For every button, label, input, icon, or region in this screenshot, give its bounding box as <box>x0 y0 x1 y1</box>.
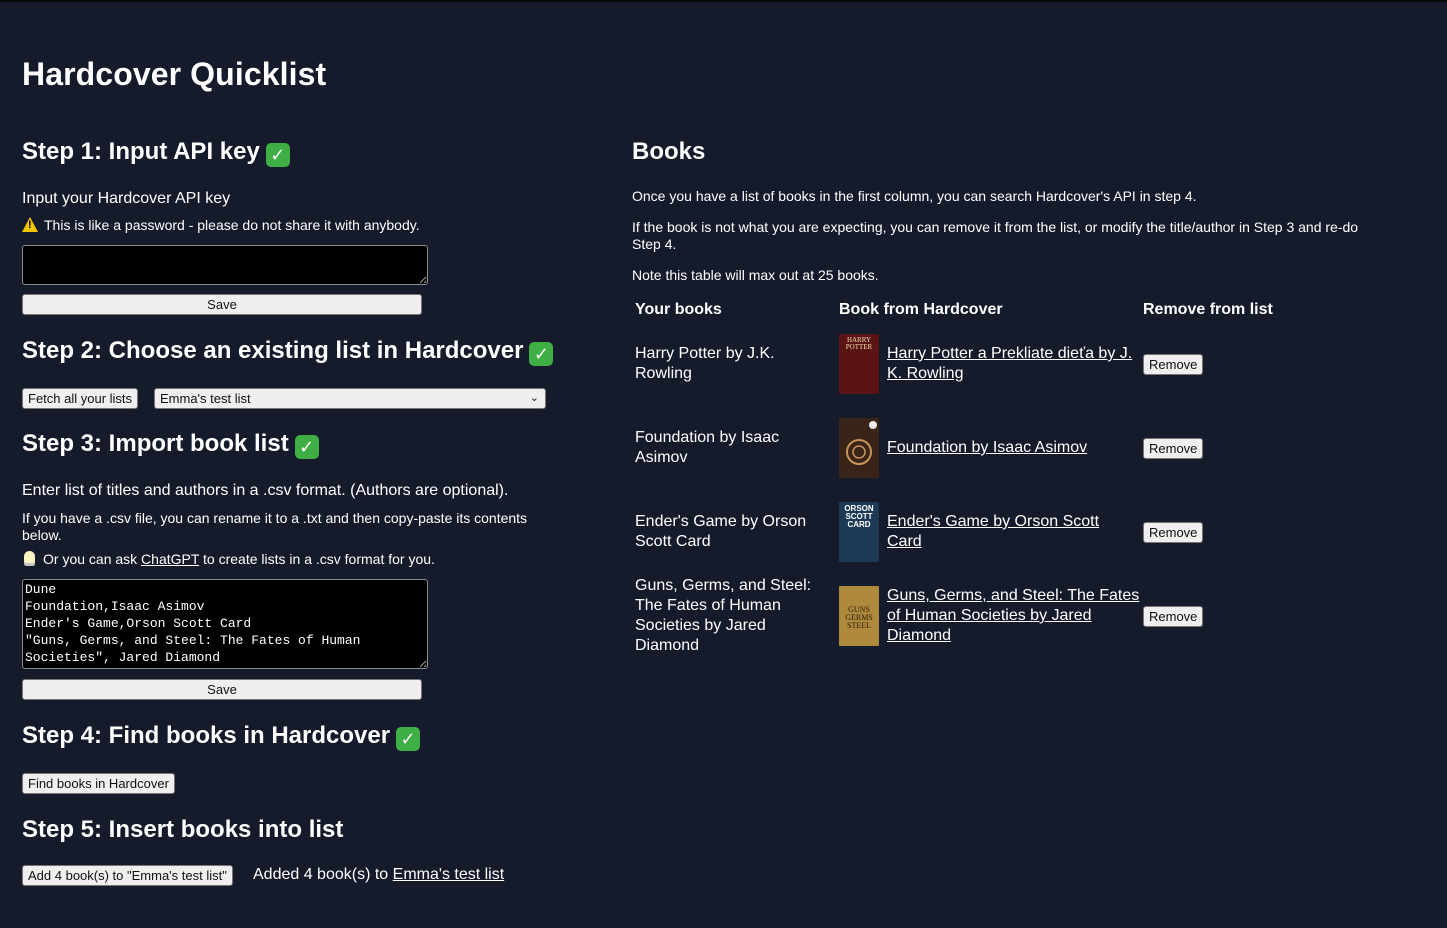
chevron-down-icon: ⌄ <box>529 392 539 404</box>
match-line: Foundation by Isaac Asimov <box>887 439 1088 456</box>
cover-title: GUNS GERMS STEEL <box>845 605 873 630</box>
find-books-button[interactable]: Find books in Hardcover <box>22 773 175 794</box>
your-book-line: The Fates of Human <box>635 597 781 614</box>
api-key-warning: This is like a password - please do not … <box>22 217 420 233</box>
step2-heading: Step 2: Choose an existing list in Hardc… <box>22 337 554 366</box>
chatgpt-suffix: to create lists in a .csv format for you… <box>203 551 435 567</box>
save-csv-button[interactable]: Save <box>22 679 422 700</box>
your-book-line: Rowling <box>635 365 692 382</box>
page-title: Hardcover Quicklist <box>22 56 327 92</box>
books-heading: Books <box>632 138 706 165</box>
step1-heading-text: Step 1: Input API key <box>22 138 260 165</box>
checkmark-icon: ✓ <box>265 143 290 167</box>
chatgpt-prefix: Or you can ask <box>43 551 138 567</box>
remove-button[interactable]: Remove <box>1143 522 1204 543</box>
your-book: Foundation by Isaac Asimov <box>635 428 779 468</box>
remove-button[interactable]: Remove <box>1143 606 1204 627</box>
result-list-link[interactable]: Emma's test list <box>393 866 505 883</box>
book-cover: GUNS GERMS STEEL <box>839 586 879 646</box>
checkmark-icon: ✓ <box>529 342 554 366</box>
hardcover-book-link[interactable]: Ender's Game by Orson Scott Card <box>887 512 1099 552</box>
match-line: Guns, Germs, and Steel: The Fates <box>887 587 1140 604</box>
checkmark-icon: ✓ <box>396 727 421 751</box>
lightbulb-icon <box>24 551 35 566</box>
warning-icon <box>22 217 38 232</box>
checkmark-icon: ✓ <box>294 435 319 459</box>
chatgpt-hint: Or you can ask ChatGPT to create lists i… <box>24 551 435 567</box>
api-key-label: Input your Hardcover API key <box>22 190 231 207</box>
step3-heading: Step 3: Import book list ✓ <box>22 430 319 459</box>
remove-button[interactable]: Remove <box>1143 354 1204 375</box>
csv-hint-line2: below. <box>22 527 62 543</box>
your-book-line: Foundation by Isaac <box>635 429 780 446</box>
remove-button[interactable]: Remove <box>1143 438 1204 459</box>
match-line: Card <box>887 533 922 550</box>
book-cover: ORSON SCOTT CARD <box>839 502 879 562</box>
fetch-lists-button[interactable]: Fetch all your lists <box>22 388 139 409</box>
add-books-button[interactable]: Add 4 book(s) to "Emma's test list" <box>22 865 233 886</box>
step1-heading: Step 1: Input API key ✓ <box>22 138 290 167</box>
cover-title: ORSON SCOTT CARD <box>844 504 874 529</box>
step2-heading-text: Step 2: Choose an existing list in Hardc… <box>22 337 524 364</box>
cover-art <box>846 421 877 465</box>
book-cover: HARRY POTTER <box>839 334 879 394</box>
column-header: Book from Hardcover <box>839 301 1003 318</box>
books-para1: Once you have a list of books in the fir… <box>632 188 1197 204</box>
hardcover-book-link[interactable]: Foundation by Isaac Asimov <box>887 438 1087 458</box>
csv-hint-line1: If you have a .csv file, you can rename … <box>22 510 528 526</box>
hardcover-book-link[interactable]: Guns, Germs, and Steel: The Fates of Huma… <box>887 586 1139 646</box>
your-book: Harry Potter by J.K. Rowling <box>635 344 775 384</box>
list-select[interactable]: Emma's test list ⌄ <box>154 388 546 409</box>
step5-heading: Step 5: Insert books into list <box>22 816 344 843</box>
step4-heading-text: Step 4: Find books in Hardcover <box>22 722 391 749</box>
books-para2-line2: Step 4. <box>632 236 677 252</box>
your-book-line: Harry Potter by J.K. <box>635 345 775 362</box>
add-result: Added 4 book(s) to Emma's test list <box>253 866 504 884</box>
match-line: Harry Potter a Prekliate dieťa by J. <box>887 345 1133 362</box>
api-key-input[interactable] <box>22 245 428 285</box>
match-line: of Human Societies by Jared <box>887 607 1092 624</box>
column-header: Remove from list <box>1143 301 1273 318</box>
save-api-key-button[interactable]: Save <box>22 294 422 315</box>
match-line: K. Rowling <box>887 365 964 382</box>
match-line: Diamond <box>887 627 952 644</box>
cover-title: HARRY POTTER <box>845 336 873 351</box>
match-line: Ender's Game by Orson Scott <box>887 513 1100 530</box>
add-result-text: Added 4 book(s) to <box>253 866 389 883</box>
csv-intro: Enter list of titles and authors in a .c… <box>22 482 509 499</box>
books-para3: Note this table will max out at 25 books… <box>632 267 879 283</box>
column-header: Your books <box>635 301 722 318</box>
csv-textarea[interactable] <box>22 579 428 669</box>
book-cover <box>839 418 879 478</box>
your-book: Ender's Game by Orson Scott Card <box>635 512 806 552</box>
your-book-line: Scott Card <box>635 533 711 550</box>
books-para2-line1: If the book is not what you are expectin… <box>632 219 1359 235</box>
your-book-line: Guns, Germs, and Steel: <box>635 577 812 594</box>
your-book-line: Diamond <box>635 637 700 654</box>
your-book: Guns, Germs, and Steel: The Fates of Huma… <box>635 576 811 656</box>
api-key-warning-text: This is like a password - please do not … <box>44 217 420 233</box>
step4-heading: Step 4: Find books in Hardcover ✓ <box>22 722 421 751</box>
chatgpt-link[interactable]: ChatGPT <box>141 551 199 567</box>
step3-heading-text: Step 3: Import book list <box>22 430 289 457</box>
your-book-line: Societies by Jared <box>635 617 766 634</box>
list-select-value: Emma's test list <box>160 391 251 406</box>
your-book-line: Asimov <box>635 449 688 466</box>
your-book-line: Ender's Game by Orson <box>635 513 807 530</box>
hardcover-book-link[interactable]: Harry Potter a Prekliate dieťa by J. K. R… <box>887 344 1132 384</box>
